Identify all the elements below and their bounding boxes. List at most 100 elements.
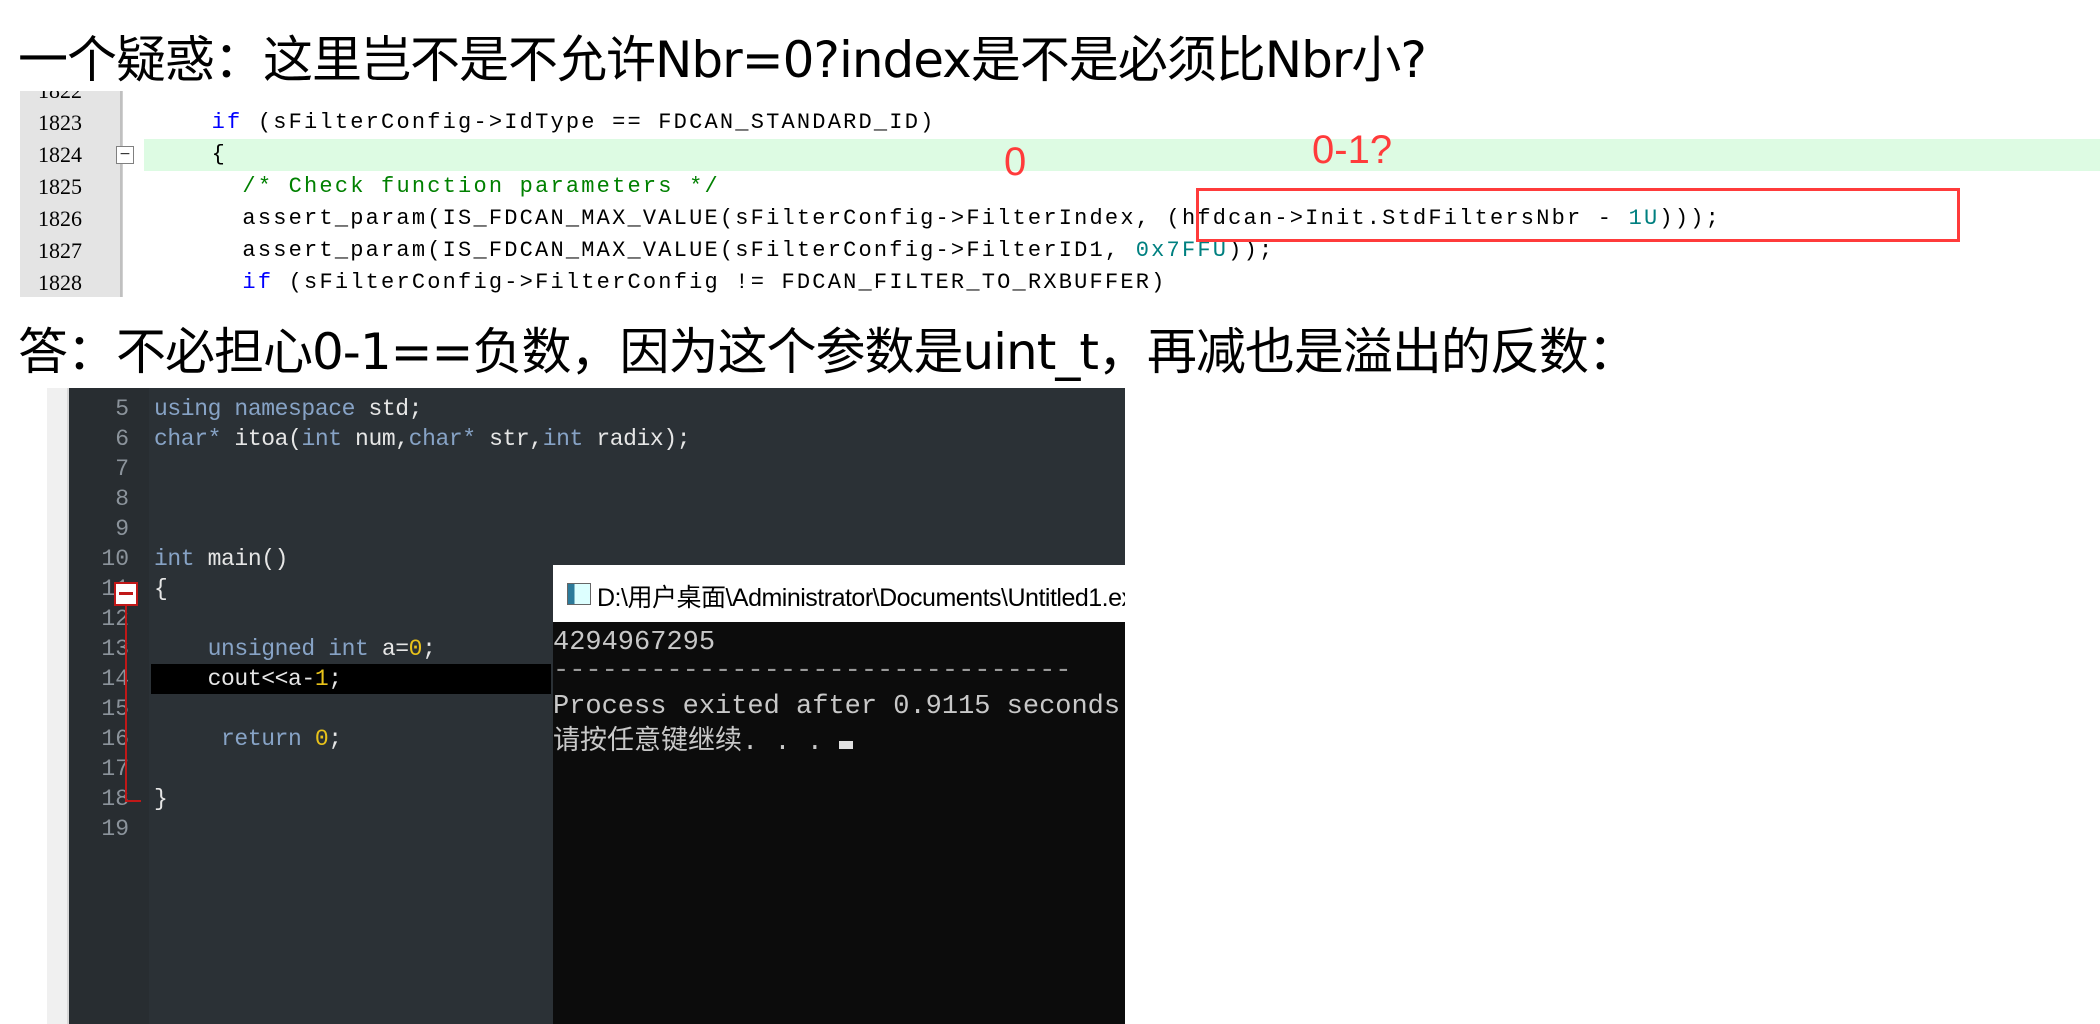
code-token: itoa( bbox=[221, 426, 302, 452]
code-token: 0 bbox=[314, 726, 329, 752]
line-number: 1822 bbox=[38, 91, 108, 107]
line-number: 1826 bbox=[38, 206, 82, 231]
console-app-icon bbox=[567, 583, 591, 605]
code-token: a= bbox=[368, 636, 409, 662]
code-line[interactable]: 6 char* itoa(int num,char* str,int radix)… bbox=[47, 424, 1125, 454]
code-text: cout<<a-1; bbox=[154, 664, 342, 694]
fold-collapse-icon[interactable] bbox=[114, 582, 138, 606]
code-token: radix); bbox=[582, 426, 691, 452]
code-text: } bbox=[154, 784, 168, 814]
code-token: ; bbox=[328, 666, 342, 692]
code-token: num, bbox=[341, 426, 409, 452]
code-text: /* Check function parameters */ bbox=[150, 171, 720, 203]
code-token: #include <iostream> bbox=[154, 388, 409, 392]
code-text: return 0; bbox=[154, 724, 342, 754]
line-number: 7 bbox=[115, 456, 129, 482]
code-token: int bbox=[154, 546, 195, 572]
code-line[interactable]: 1824 − { bbox=[20, 139, 2100, 171]
fold-collapse-icon[interactable]: − bbox=[116, 146, 134, 164]
code-token: if bbox=[211, 110, 243, 135]
line-number: 13 bbox=[101, 636, 129, 662]
code-token: std; bbox=[355, 396, 423, 422]
line-number: 16 bbox=[101, 726, 129, 752]
code-line[interactable]: 5 using namespace std; bbox=[47, 394, 1125, 424]
highlight-box bbox=[1196, 188, 1960, 242]
console-exit-message: Process exited after 0.9115 seconds with… bbox=[553, 692, 1121, 722]
code-text: if (sFilterConfig->IdType == FDCAN_STAND… bbox=[150, 107, 936, 139]
line-number: 10 bbox=[101, 546, 129, 572]
code-text: using namespace std; bbox=[154, 394, 422, 424]
code-token: if bbox=[242, 270, 274, 295]
code-token: return bbox=[221, 726, 302, 752]
line-number: 14 bbox=[101, 666, 129, 692]
code-text: { bbox=[154, 574, 168, 604]
code-line[interactable]: 7 bbox=[47, 454, 1125, 484]
console-window: D:\用户桌面\Administrator\Documents\Untitled… bbox=[553, 565, 1125, 1024]
code-token: 1 bbox=[314, 666, 329, 692]
code-token: int bbox=[542, 426, 584, 452]
code-text: int main() bbox=[154, 544, 288, 574]
console-title: D:\用户桌面\Administrator\Documents\Untitled… bbox=[597, 584, 1125, 612]
code-token: main() bbox=[194, 546, 289, 572]
line-number: 19 bbox=[101, 816, 129, 842]
code-token: } bbox=[154, 786, 168, 812]
code-line[interactable]: 1828 if (sFilterConfig->FilterConfig != … bbox=[20, 267, 2100, 297]
annotation-zero: 0 bbox=[1004, 140, 1027, 184]
code-token: unsigned int bbox=[207, 636, 369, 662]
console-separator: -------------------------------- bbox=[553, 656, 1072, 686]
line-number: 1824 bbox=[38, 142, 82, 167]
code-token: ; bbox=[328, 726, 342, 752]
code-token: ; bbox=[422, 636, 436, 662]
code-token: { bbox=[154, 576, 168, 602]
line-number: 1827 bbox=[38, 238, 82, 263]
console-cursor bbox=[839, 741, 854, 749]
line-number: 17 bbox=[101, 756, 129, 782]
code-token: int bbox=[301, 426, 342, 452]
answer-heading: 答：不必担心0-1==负数，因为这个参数是uint_t，再减也是溢出的反数： bbox=[18, 323, 1638, 381]
line-number: 8 bbox=[115, 486, 129, 512]
code-token: str, bbox=[475, 426, 543, 452]
code-text: { bbox=[150, 139, 227, 171]
line-number: 1823 bbox=[38, 110, 82, 135]
code-token: using namespace bbox=[154, 396, 356, 422]
fold-range-line bbox=[125, 604, 127, 800]
line-number: 12 bbox=[101, 606, 129, 632]
code-text: if (sFilterConfig->FilterConfig != FDCAN… bbox=[150, 267, 1167, 297]
code-token: { bbox=[150, 142, 228, 167]
code-token: char* bbox=[408, 426, 476, 452]
line-number: 1825 bbox=[38, 174, 82, 199]
code-token: char* bbox=[154, 426, 222, 452]
code-text: unsigned int a=0; bbox=[154, 634, 436, 664]
annotation-zero-minus-one: 0-1? bbox=[1312, 128, 1393, 172]
code-token: /* Check function parameters */ bbox=[242, 174, 720, 199]
console-output: 4294967295 -----------------------------… bbox=[553, 622, 1125, 1024]
console-prompt: 请按任意键继续. . . bbox=[553, 728, 840, 758]
code-token: (sFilterConfig->IdType == FDCAN_STANDARD… bbox=[242, 110, 936, 135]
console-titlebar[interactable]: D:\用户桌面\Administrator\Documents\Untitled… bbox=[553, 565, 1125, 622]
fold-range-end bbox=[125, 800, 141, 802]
code-token: 0 bbox=[408, 636, 423, 662]
highlighted-line-bg bbox=[144, 139, 2100, 171]
line-number: 1828 bbox=[38, 270, 82, 295]
line-number: 5 bbox=[115, 396, 129, 422]
line-number: 6 bbox=[115, 426, 129, 452]
code-token: assert_param(IS_FDCAN_MAX_VALUE(sFilterC… bbox=[150, 238, 1136, 263]
code-line[interactable]: 1823 if (sFilterConfig->IdType == FDCAN_… bbox=[20, 107, 2100, 139]
code-text: assert_param(IS_FDCAN_MAX_VALUE(sFilterC… bbox=[150, 235, 1274, 267]
code-token: (sFilterConfig->FilterConfig != FDCAN_FI… bbox=[273, 270, 1167, 295]
line-number: 15 bbox=[101, 696, 129, 722]
code-line[interactable]: 1822 bbox=[20, 91, 2100, 107]
line-number: 18 bbox=[101, 786, 129, 812]
code-text: char* itoa(int num,char* str,int radix); bbox=[154, 424, 691, 454]
line-number: 9 bbox=[115, 516, 129, 542]
question-heading: 一个疑惑：这里岂不是不允许Nbr=0?index是不是必须比Nbr小? bbox=[18, 31, 1427, 89]
code-token: cout<<a- bbox=[154, 666, 316, 692]
code-line[interactable]: 8 bbox=[47, 484, 1125, 514]
code-line[interactable]: 9 bbox=[47, 514, 1125, 544]
